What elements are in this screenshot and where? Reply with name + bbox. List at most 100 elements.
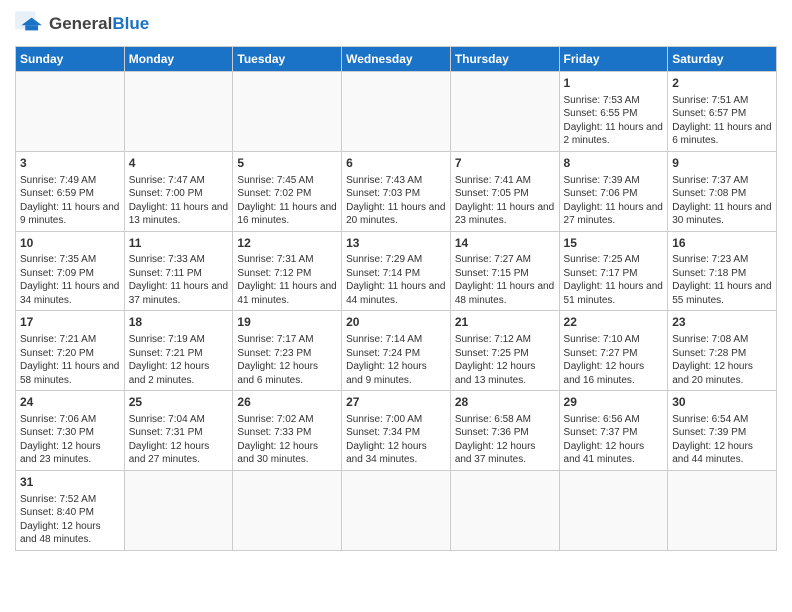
day-number: 8 [564,155,664,172]
calendar-day-cell: 20Sunrise: 7:14 AM Sunset: 7:24 PM Dayli… [342,311,451,391]
weekday-header: Tuesday [233,47,342,72]
day-number: 10 [20,235,120,252]
calendar-day-cell [342,470,451,550]
day-number: 6 [346,155,446,172]
day-info: Sunrise: 7:10 AM Sunset: 7:27 PM Dayligh… [564,333,664,387]
weekday-header: Thursday [450,47,559,72]
calendar-day-cell [124,72,233,152]
logo: GeneralBlue [15,10,149,38]
day-number: 11 [129,235,229,252]
day-info: Sunrise: 7:39 AM Sunset: 7:06 PM Dayligh… [564,174,664,228]
day-number: 4 [129,155,229,172]
calendar-day-cell: 11Sunrise: 7:33 AM Sunset: 7:11 PM Dayli… [124,231,233,311]
calendar-day-cell: 19 Sunrise: 7:17 AM Sunset: 7:23 PM Dayli… [233,311,342,391]
day-info: Sunrise: 7:06 AM Sunset: 7:30 PM Dayligh… [20,413,120,467]
day-number: 2 [672,75,772,92]
day-number: 23 [672,314,772,331]
calendar-day-cell: 27 Sunrise: 7:00 AM Sunset: 7:34 PM Dayli… [342,391,451,471]
calendar-day-cell: 24 Sunrise: 7:06 AM Sunset: 7:30 PM Dayli… [16,391,125,471]
calendar-day-cell: 15Sunrise: 7:25 AM Sunset: 7:17 PM Dayli… [559,231,668,311]
day-info: Sunrise: 7:02 AM Sunset: 7:33 PM Dayligh… [237,413,337,467]
calendar-day-cell: 14Sunrise: 7:27 AM Sunset: 7:15 PM Dayli… [450,231,559,311]
day-info: Sunrise: 7:41 AM Sunset: 7:05 PM Dayligh… [455,174,555,228]
day-number: 16 [672,235,772,252]
calendar-day-cell: 26Sunrise: 7:02 AM Sunset: 7:33 PM Dayli… [233,391,342,471]
day-number: 22 [564,314,664,331]
calendar-day-cell: 22 Sunrise: 7:10 AM Sunset: 7:27 PM Dayli… [559,311,668,391]
calendar-day-cell: 13Sunrise: 7:29 AM Sunset: 7:14 PM Dayli… [342,231,451,311]
day-number: 19 [237,314,337,331]
calendar-day-cell: 9 Sunrise: 7:37 AM Sunset: 7:08 PM Daylig… [668,151,777,231]
calendar-day-cell [233,72,342,152]
day-info: Sunrise: 7:43 AM Sunset: 7:03 PM Dayligh… [346,174,446,228]
day-info: Sunrise: 7:12 AM Sunset: 7:25 PM Dayligh… [455,333,555,387]
day-info: Sunrise: 7:25 AM Sunset: 7:17 PM Dayligh… [564,253,664,307]
day-info: Sunrise: 7:47 AM Sunset: 7:00 PM Dayligh… [129,174,229,228]
calendar-table: SundayMondayTuesdayWednesdayThursdayFrid… [15,46,777,551]
weekday-header: Monday [124,47,233,72]
calendar-day-cell [124,470,233,550]
main-container: GeneralBlue SundayMondayTuesdayWednesday… [0,0,792,561]
day-info: Sunrise: 7:51 AM Sunset: 6:57 PM Dayligh… [672,94,772,148]
day-info: Sunrise: 7:04 AM Sunset: 7:31 PM Dayligh… [129,413,229,467]
day-number: 1 [564,75,664,92]
day-info: Sunrise: 7:00 AM Sunset: 7:34 PM Dayligh… [346,413,446,467]
day-info: Sunrise: 7:37 AM Sunset: 7:08 PM Dayligh… [672,174,772,228]
day-info: Sunrise: 7:33 AM Sunset: 7:11 PM Dayligh… [129,253,229,307]
calendar-day-cell: 31Sunrise: 7:52 AM Sunset: 8:40 PM Dayli… [16,470,125,550]
day-number: 12 [237,235,337,252]
day-number: 27 [346,394,446,411]
logo-text-general: General [49,14,112,33]
day-info: Sunrise: 6:54 AM Sunset: 7:39 PM Dayligh… [672,413,772,467]
day-info: Sunrise: 7:45 AM Sunset: 7:02 PM Dayligh… [237,174,337,228]
calendar-day-cell [450,72,559,152]
calendar-day-cell: 29 Sunrise: 6:56 AM Sunset: 7:37 PM Dayli… [559,391,668,471]
day-number: 14 [455,235,555,252]
day-info: Sunrise: 7:29 AM Sunset: 7:14 PM Dayligh… [346,253,446,307]
calendar-day-cell [233,470,342,550]
calendar-day-cell: 12Sunrise: 7:31 AM Sunset: 7:12 PM Dayli… [233,231,342,311]
day-info: Sunrise: 7:17 AM Sunset: 7:23 PM Dayligh… [237,333,337,387]
day-info: Sunrise: 7:49 AM Sunset: 6:59 PM Dayligh… [20,174,120,228]
logo-text-blue: Blue [112,14,149,33]
day-number: 25 [129,394,229,411]
day-info: Sunrise: 6:56 AM Sunset: 7:37 PM Dayligh… [564,413,664,467]
day-number: 9 [672,155,772,172]
calendar-day-cell: 23Sunrise: 7:08 AM Sunset: 7:28 PM Dayli… [668,311,777,391]
calendar-day-cell: 18 Sunrise: 7:19 AM Sunset: 7:21 PM Dayli… [124,311,233,391]
calendar-day-cell: 5 Sunrise: 7:45 AM Sunset: 7:02 PM Daylig… [233,151,342,231]
day-info: Sunrise: 7:19 AM Sunset: 7:21 PM Dayligh… [129,333,229,387]
day-number: 29 [564,394,664,411]
day-number: 5 [237,155,337,172]
day-info: Sunrise: 7:53 AM Sunset: 6:55 PM Dayligh… [564,94,664,148]
day-info: Sunrise: 7:27 AM Sunset: 7:15 PM Dayligh… [455,253,555,307]
calendar-day-cell: 7 Sunrise: 7:41 AM Sunset: 7:05 PM Daylig… [450,151,559,231]
calendar-day-cell [450,470,559,550]
day-number: 3 [20,155,120,172]
calendar-week-row: 31Sunrise: 7:52 AM Sunset: 8:40 PM Dayli… [16,470,777,550]
calendar-day-cell: 6 Sunrise: 7:43 AM Sunset: 7:03 PM Daylig… [342,151,451,231]
calendar-day-cell: 3 Sunrise: 7:49 AM Sunset: 6:59 PM Daylig… [16,151,125,231]
day-info: Sunrise: 7:14 AM Sunset: 7:24 PM Dayligh… [346,333,446,387]
calendar-day-cell [559,470,668,550]
day-info: Sunrise: 7:31 AM Sunset: 7:12 PM Dayligh… [237,253,337,307]
day-number: 28 [455,394,555,411]
weekday-header: Saturday [668,47,777,72]
weekday-header: Sunday [16,47,125,72]
header: GeneralBlue [15,10,777,38]
day-number: 24 [20,394,120,411]
day-number: 13 [346,235,446,252]
calendar-day-cell: 28Sunrise: 6:58 AM Sunset: 7:36 PM Dayli… [450,391,559,471]
day-info: Sunrise: 7:23 AM Sunset: 7:18 PM Dayligh… [672,253,772,307]
calendar-day-cell: 2 Sunrise: 7:51 AM Sunset: 6:57 PM Daylig… [668,72,777,152]
calendar-day-cell: 1 Sunrise: 7:53 AM Sunset: 6:55 PM Daylig… [559,72,668,152]
day-info: Sunrise: 7:21 AM Sunset: 7:20 PM Dayligh… [20,333,120,387]
calendar-day-cell: 16Sunrise: 7:23 AM Sunset: 7:18 PM Dayli… [668,231,777,311]
day-info: Sunrise: 7:35 AM Sunset: 7:09 PM Dayligh… [20,253,120,307]
day-number: 7 [455,155,555,172]
calendar-day-cell: 25 Sunrise: 7:04 AM Sunset: 7:31 PM Dayli… [124,391,233,471]
calendar-day-cell: 21 Sunrise: 7:12 AM Sunset: 7:25 PM Dayli… [450,311,559,391]
weekday-header: Friday [559,47,668,72]
day-number: 21 [455,314,555,331]
day-number: 18 [129,314,229,331]
